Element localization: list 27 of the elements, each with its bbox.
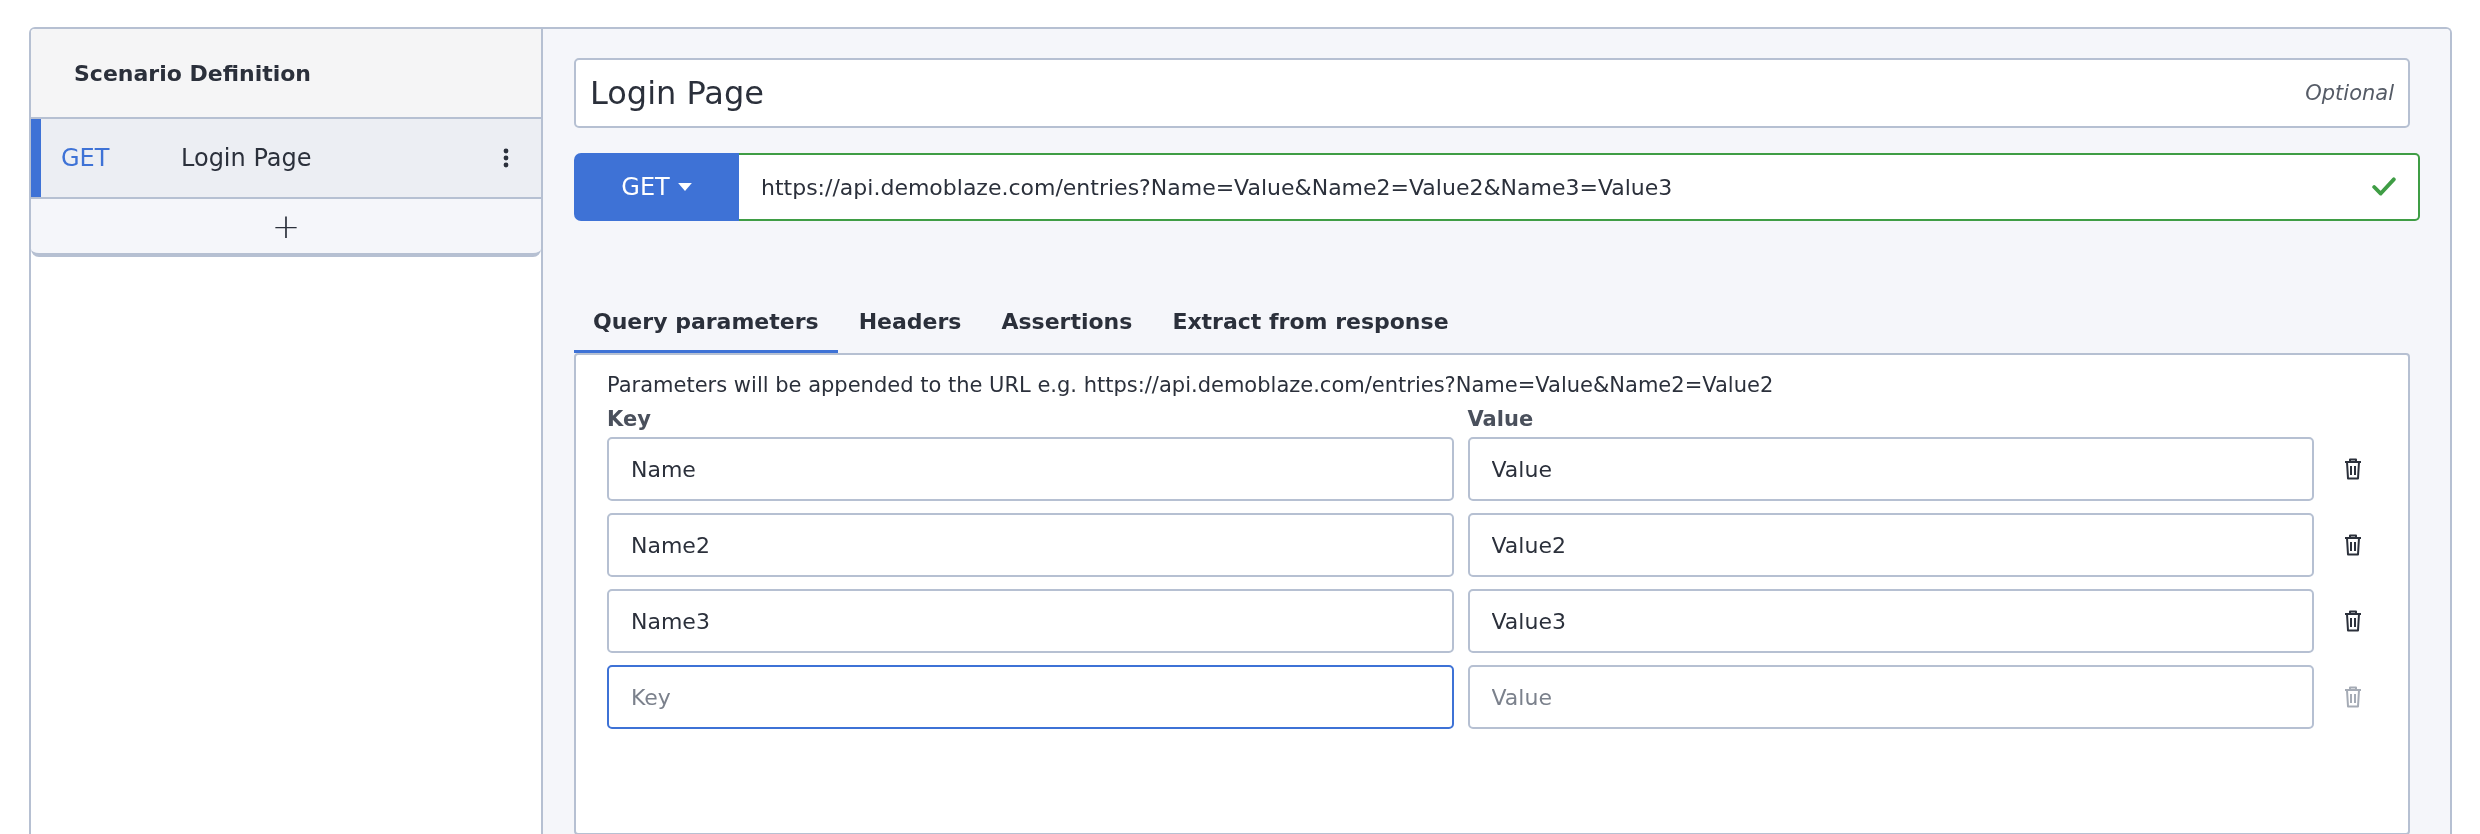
caret-icon — [677, 183, 692, 191]
key-input-field[interactable]: Name3 — [607, 589, 1454, 653]
method-dropdown-button[interactable]: GET — [574, 153, 739, 221]
request-name: Login Page — [181, 144, 313, 172]
tab[interactable]: Extract from response — [1153, 297, 1468, 353]
value-input-field[interactable]: Value — [1467, 437, 2314, 501]
delete-icon[interactable] — [2344, 534, 2362, 556]
description-text: Parameters will be appended to the URL e.g. https://api.demoblaze.com/entries?Name=Value&Name2=Value2 — [607, 373, 1775, 397]
tab[interactable]: Headers — [839, 297, 981, 353]
tab[interactable]: Assertions — [982, 297, 1152, 353]
request-name-field[interactable]: Login Page Optional — [574, 58, 2410, 128]
request-method: GET — [60, 144, 111, 172]
delete-icon[interactable] — [2344, 610, 2362, 632]
key-input-field[interactable]: Name — [607, 437, 1454, 501]
column-header: Key — [607, 407, 652, 431]
key-input-field[interactable]: Name2 — [607, 513, 1454, 577]
sidebar-title: Scenario Definition — [74, 60, 311, 86]
delete-icon[interactable] — [2344, 458, 2362, 480]
value-input-field[interactable]: Value3 — [1467, 589, 2314, 653]
request-item[interactable]: GET Login Page — [31, 119, 541, 197]
column-header: Value — [1467, 407, 1535, 431]
more-options-icon[interactable] — [503, 148, 509, 168]
value-input-field[interactable]: Value2 — [1467, 513, 2314, 577]
check-icon — [2372, 177, 2396, 197]
add-request-button[interactable]: + — [31, 197, 541, 257]
optional-hint: Optional — [2305, 81, 2394, 105]
url-field[interactable]: https://api.demoblaze.com/entries?Name=Value&Name2=Value2&Name3=Value3 — [739, 153, 2420, 221]
